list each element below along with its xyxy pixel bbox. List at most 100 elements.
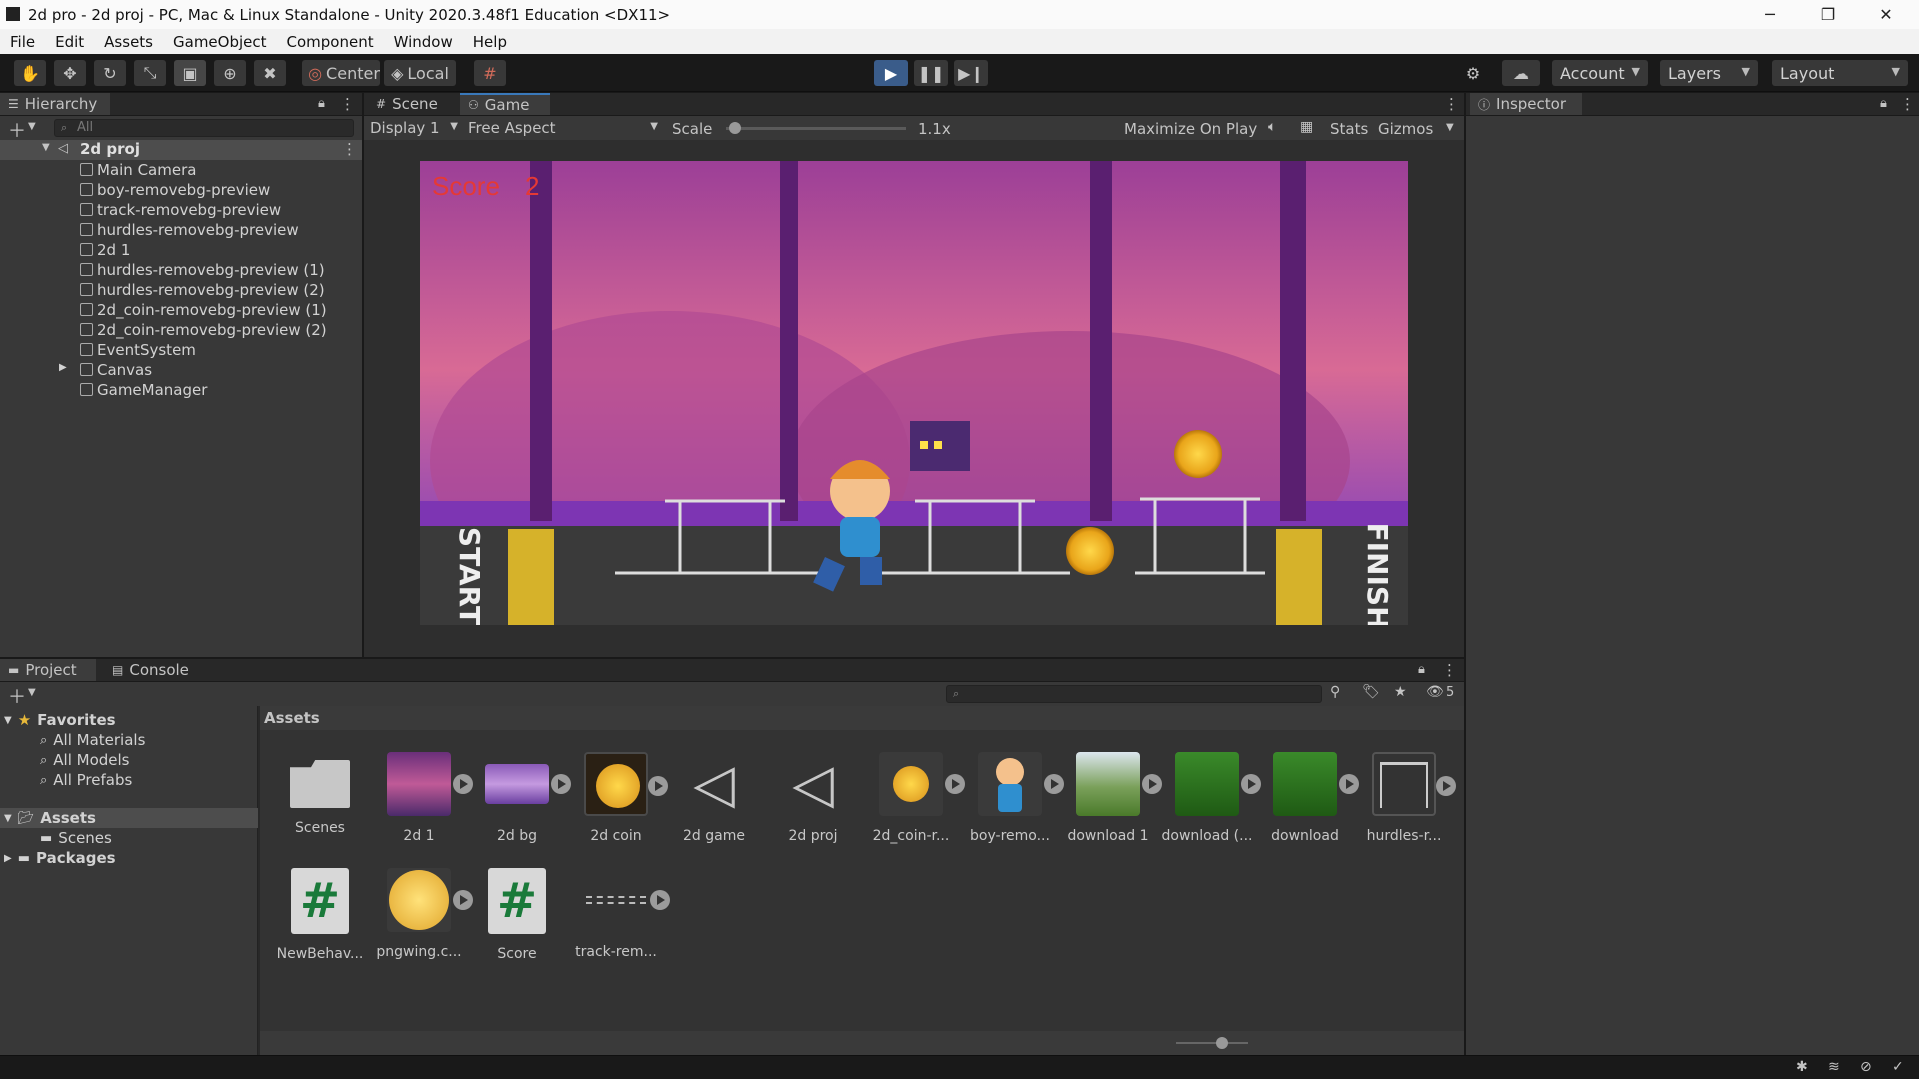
asset-item[interactable]: 2d coin: [570, 752, 668, 844]
menu-window[interactable]: Window: [384, 33, 463, 51]
gizmos-toggle[interactable]: Gizmos: [1378, 120, 1433, 138]
scale-tool-icon[interactable]: ⤡: [134, 60, 166, 86]
hierarchy-item[interactable]: EventSystem: [80, 340, 196, 360]
asset-item[interactable]: 2d_coin-r...: [865, 752, 965, 844]
expand-arrow-icon[interactable]: ▼: [4, 813, 12, 824]
hierarchy-item[interactable]: ▶ Canvas: [59, 360, 152, 380]
expand-play-icon[interactable]: [945, 774, 965, 794]
pause-button[interactable]: ❚❚: [914, 60, 948, 86]
auto-generate-lighting-icon[interactable]: ⊘: [1860, 1059, 1872, 1075]
chevron-down-icon[interactable]: ▼: [1446, 122, 1454, 133]
menu-assets[interactable]: Assets: [94, 33, 163, 51]
kebab-menu-icon[interactable]: ⋮: [342, 140, 357, 158]
grid-snap-icon[interactable]: #: [474, 60, 506, 86]
tab-hierarchy[interactable]: ☰ Hierarchy: [0, 93, 110, 115]
asset-item[interactable]: download: [1259, 752, 1359, 844]
rotate-tool-icon[interactable]: ↻: [94, 60, 126, 86]
asset-item[interactable]: download 1: [1062, 752, 1162, 844]
maximize-on-play-toggle[interactable]: Maximize On Play: [1124, 120, 1257, 138]
folder-scenes[interactable]: ▬ Scenes: [40, 828, 112, 848]
mute-audio-icon[interactable]: 🔈︎: [1268, 119, 1276, 135]
asset-item[interactable]: hurdles-r...: [1358, 752, 1456, 844]
hierarchy-item[interactable]: hurdles-removebg-preview (2): [80, 280, 325, 300]
transform-tool-icon[interactable]: ⊕: [214, 60, 246, 86]
layout-dropdown[interactable]: Layout ▼: [1772, 60, 1908, 86]
tab-game[interactable]: ⚇ Game: [460, 93, 550, 115]
stats-toggle[interactable]: Stats: [1330, 120, 1368, 138]
breadcrumb-assets[interactable]: Assets: [264, 709, 320, 727]
tab-console[interactable]: ▤ Console: [104, 659, 204, 681]
chevron-down-icon[interactable]: ▼: [28, 687, 36, 698]
hierarchy-item[interactable]: 2d 1: [80, 240, 130, 260]
assets-root-row[interactable]: ▼ 📂︎ Assets: [0, 808, 258, 828]
favorite-item[interactable]: ⌕ All Prefabs: [40, 770, 132, 790]
expand-play-icon[interactable]: [1241, 774, 1261, 794]
asset-item[interactable]: ◁ 2d game: [668, 752, 760, 844]
cloud-icon[interactable]: ☁: [1502, 60, 1540, 86]
scene-row[interactable]: ▼ ◁ 2d proj ⋮: [0, 140, 362, 160]
display-dropdown[interactable]: Display 1 ▼: [366, 118, 462, 138]
chevron-down-icon[interactable]: ▼: [28, 121, 36, 132]
expand-arrow-icon[interactable]: ▼: [4, 715, 12, 726]
expand-play-icon[interactable]: [551, 774, 571, 794]
icon-size-slider-thumb[interactable]: [1216, 1037, 1228, 1049]
expand-play-icon[interactable]: [650, 890, 670, 910]
kebab-menu-icon[interactable]: ⋮: [1900, 95, 1915, 113]
hierarchy-item[interactable]: boy-removebg-preview: [80, 180, 270, 200]
scale-slider-track[interactable]: [726, 122, 906, 134]
hierarchy-item[interactable]: 2d_coin-removebg-preview (1): [80, 300, 327, 320]
minimize-button[interactable]: ─: [1741, 0, 1799, 29]
pivot-toggle-button[interactable]: ◎ Center: [302, 60, 380, 86]
maximize-button[interactable]: ❐: [1799, 0, 1857, 29]
space-toggle-button[interactable]: ◈ Local: [384, 60, 456, 86]
menu-file[interactable]: File: [0, 33, 45, 51]
icon-size-slider[interactable]: [1176, 1037, 1248, 1049]
hand-tool-icon[interactable]: ✋: [14, 60, 46, 86]
move-tool-icon[interactable]: ✥: [54, 60, 86, 86]
filter-by-type-icon[interactable]: ⚲: [1330, 684, 1340, 700]
check-circle-icon[interactable]: ✓: [1892, 1059, 1904, 1075]
hierarchy-item[interactable]: hurdles-removebg-preview: [80, 220, 299, 240]
expand-arrow-icon[interactable]: ▶: [59, 362, 67, 373]
step-button[interactable]: ▶❙: [954, 60, 988, 86]
expand-play-icon[interactable]: [453, 774, 473, 794]
menu-help[interactable]: Help: [463, 33, 517, 51]
menu-gameobject[interactable]: GameObject: [163, 33, 277, 51]
hierarchy-item[interactable]: hurdles-removebg-preview (1): [80, 260, 325, 280]
shortcuts-icon[interactable]: ▦: [1300, 119, 1313, 135]
bug-icon[interactable]: ✱: [1796, 1059, 1808, 1075]
expand-play-icon[interactable]: [648, 776, 668, 796]
asset-item[interactable]: track-rem...: [570, 868, 670, 960]
packages-row[interactable]: ▶ ▬ Packages: [4, 848, 116, 868]
favorite-star-icon[interactable]: ★: [1394, 684, 1407, 700]
asset-item[interactable]: pngwing.c...: [373, 868, 473, 960]
play-button[interactable]: ▶: [874, 60, 908, 86]
account-dropdown[interactable]: Account ▼: [1552, 60, 1648, 86]
menu-component[interactable]: Component: [277, 33, 384, 51]
kebab-menu-icon[interactable]: ⋮: [1444, 95, 1459, 113]
asset-item[interactable]: 2d 1: [373, 752, 473, 844]
lock-icon[interactable]: 🔒︎: [1880, 96, 1887, 111]
aspect-dropdown[interactable]: Free Aspect ▼: [464, 118, 664, 138]
kebab-menu-icon[interactable]: ⋮: [340, 95, 355, 113]
lock-icon[interactable]: 🔒︎: [1418, 662, 1425, 677]
asset-item[interactable]: # Score: [471, 868, 563, 962]
expand-play-icon[interactable]: [1436, 776, 1456, 796]
asset-item[interactable]: ◁ 2d proj: [767, 752, 859, 844]
favorite-item[interactable]: ⌕ All Materials: [40, 730, 145, 750]
hierarchy-item[interactable]: track-removebg-preview: [80, 200, 281, 220]
asset-item[interactable]: 2d bg: [471, 752, 571, 844]
tab-project[interactable]: ▬ Project: [0, 659, 96, 681]
layers-dropdown[interactable]: Layers ▼: [1660, 60, 1758, 86]
menu-edit[interactable]: Edit: [45, 33, 94, 51]
hidden-packages-icon[interactable]: 👁︎: [1426, 684, 1444, 700]
tab-inspector[interactable]: ⓘ Inspector: [1470, 93, 1582, 115]
asset-item[interactable]: Scenes: [274, 752, 366, 836]
asset-item[interactable]: # NewBehav...: [274, 868, 366, 962]
asset-item[interactable]: download (...: [1161, 752, 1261, 844]
project-search-input[interactable]: ⌕: [946, 685, 1322, 703]
expand-play-icon[interactable]: [1044, 774, 1064, 794]
expand-play-icon[interactable]: [1339, 774, 1359, 794]
collab-icon[interactable]: ⚙: [1456, 60, 1490, 86]
rect-tool-icon[interactable]: ▣: [174, 60, 206, 86]
